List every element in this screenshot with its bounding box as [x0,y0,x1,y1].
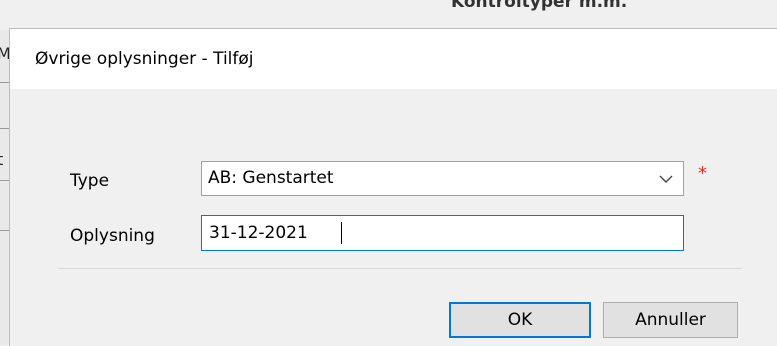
cancel-button[interactable]: Annuller [603,302,738,338]
background-header-text: Kontroltyper m.m. [451,0,628,12]
separator [58,268,742,269]
text-cursor [341,222,342,244]
chevron-down-icon[interactable] [659,172,673,186]
dialog-window: Øvrige oplysninger - Tilføj Type AB: Gen… [9,28,777,346]
background-divider [0,82,9,83]
oplysning-input[interactable] [201,215,684,251]
oplysning-label: Oplysning [70,226,155,246]
dialog-title-bar[interactable]: Øvrige oplysninger - Tilføj [10,29,777,89]
dialog-title: Øvrige oplysninger - Tilføj [35,49,254,69]
dialog-body: Type AB: Genstartet * Oplysning OK Annul… [10,89,777,346]
type-dropdown[interactable]: AB: Genstartet [201,161,684,196]
background-left-char-2: i [0,98,1,117]
background-divider [0,128,9,129]
type-label: Type [70,171,110,191]
background-left-char-3: t [0,150,4,169]
background-divider [0,180,9,181]
required-marker: * [698,163,707,184]
ok-button[interactable]: OK [449,302,591,338]
type-dropdown-value: AB: Genstartet [208,168,334,188]
background-divider [0,230,9,231]
